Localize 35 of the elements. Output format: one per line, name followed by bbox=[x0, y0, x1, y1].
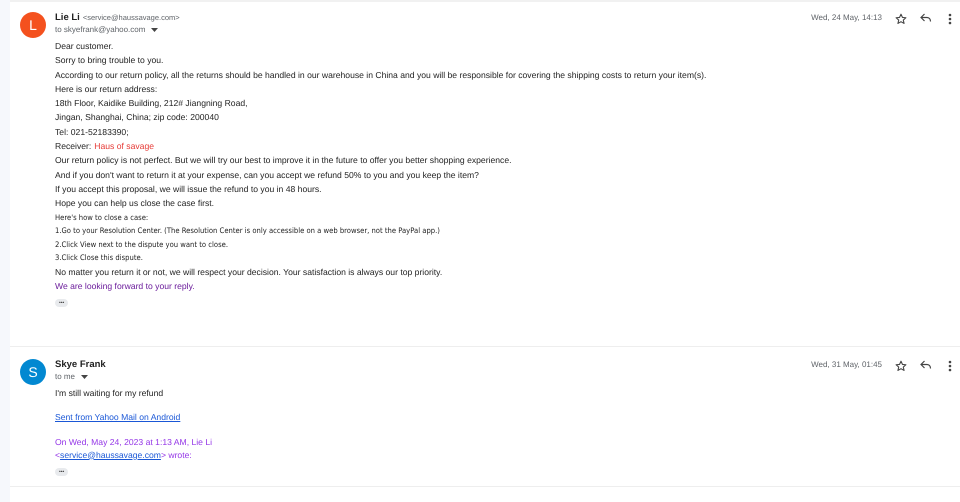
receiver-name: Haus of savage bbox=[94, 140, 154, 154]
signature-link[interactable]: Sent from Yahoo Mail on Android bbox=[55, 412, 180, 422]
sender-name: Lie Li bbox=[55, 12, 80, 23]
reply-icon[interactable] bbox=[920, 13, 932, 23]
caret-icon[interactable] bbox=[81, 374, 88, 378]
caret-icon[interactable] bbox=[151, 28, 158, 32]
message-date: Wed, 31 May, 01:45 bbox=[811, 360, 882, 369]
email-link[interactable]: service@haussavage.com bbox=[60, 450, 161, 460]
reply-icon[interactable] bbox=[920, 360, 932, 370]
message-text: Here is our return address: bbox=[55, 82, 158, 96]
recipient-label: to skyefrank@yahoo.com bbox=[55, 25, 146, 34]
more-options-icon[interactable] bbox=[948, 360, 952, 372]
message-text: And if you don't want to return it at your expense, can you accept we refund 50% to you and you keep the item? bbox=[55, 168, 480, 182]
receiver-label: Receiver: bbox=[55, 140, 92, 154]
message-text: Our return policy is not perfect. But we will try our best to improve it in the future to offer you better shopping experience. bbox=[55, 154, 512, 168]
more-options-icon[interactable] bbox=[948, 13, 952, 25]
message-text: Tel: 021-52183390; bbox=[55, 126, 130, 139]
avatar: L bbox=[20, 12, 46, 38]
star-icon[interactable] bbox=[895, 13, 907, 25]
message-text: If you accept this proposal, we will issue the refund to you in 48 hours. bbox=[55, 182, 323, 196]
message-text: Jingan, Shanghai, China; zip code: 200040 bbox=[55, 111, 220, 124]
message-text: I'm still waiting for my refund bbox=[55, 387, 164, 400]
message-text: No matter you return it or not, we will respect your decision. Your satisfaction is always our top priority. bbox=[55, 266, 444, 279]
quote-header: On Wed, May 24, 2023 at 1:13 AM, Lie Li <service@haussavage.com> wrote: bbox=[55, 436, 214, 462]
message-text: Sorry to bring trouble to you. bbox=[55, 54, 164, 68]
avatar: S bbox=[20, 359, 46, 385]
message-text: Hope you can help us close the case first. bbox=[55, 197, 216, 210]
message-text: According to our return policy, all the returns should be handled in our warehouse in China and you will be responsible for covering the shipping costs to return your item(s). bbox=[55, 68, 708, 82]
star-icon[interactable] bbox=[895, 360, 907, 372]
message-text: 18th Floor, Kaidike Building, 212# Jiangning Road, bbox=[55, 97, 249, 110]
sender-name: Skye Frank bbox=[55, 359, 106, 370]
message-text: Dear customer. bbox=[55, 40, 114, 53]
recipient-label: to me bbox=[55, 372, 76, 381]
message-text: We are looking forward to your reply. bbox=[55, 280, 196, 293]
message-date: Wed, 24 May, 14:13 bbox=[811, 13, 882, 22]
